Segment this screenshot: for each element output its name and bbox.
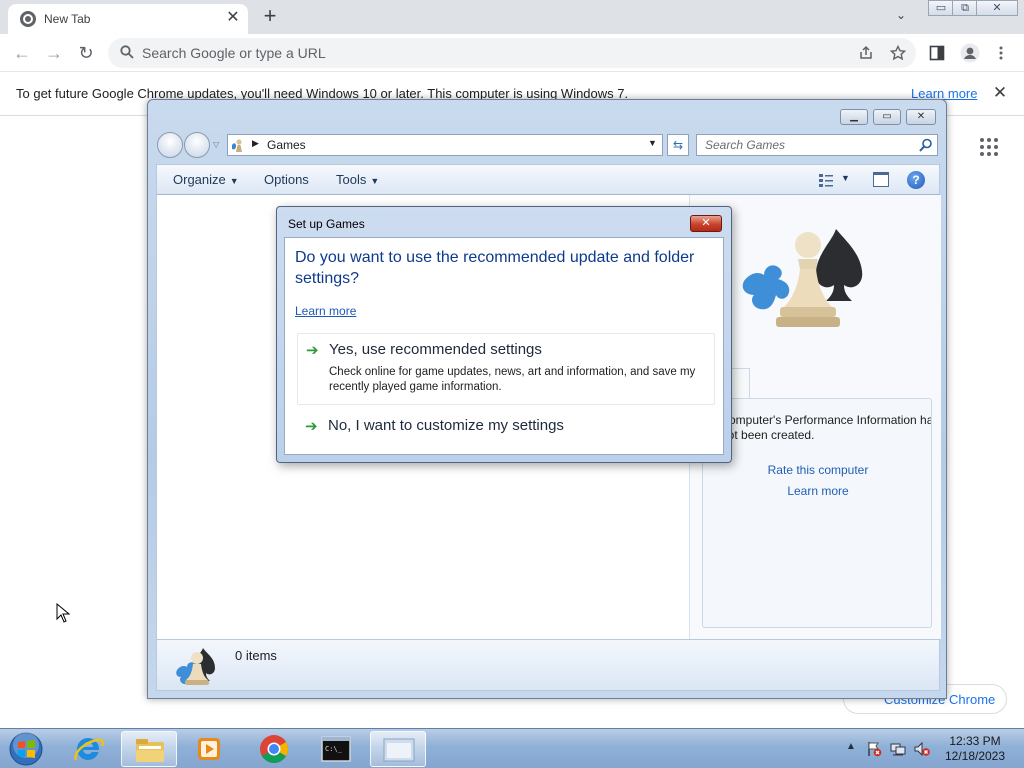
dialog-learn-more-link[interactable]: Learn more (295, 304, 356, 318)
search-games-placeholder: Search Games (705, 138, 786, 152)
show-hidden-icons-button[interactable]: ▲ (846, 741, 856, 752)
recent-pages-chevron-icon[interactable]: ▽ (213, 140, 219, 149)
setup-games-dialog: Set up Games ✕ Do you want to use the re… (276, 206, 732, 463)
side-panel-icon[interactable] (929, 45, 945, 61)
recommended-settings-title: Yes, use recommended settings (329, 341, 542, 358)
recommended-settings-description: Check online for game updates, news, art… (329, 366, 696, 393)
views-dropdown-icon[interactable]: ▼ (841, 173, 850, 183)
chevron-down-icon: ▼ (229, 176, 239, 186)
folder-icon (136, 739, 164, 762)
forward-button[interactable]: → (43, 42, 65, 64)
explorer-forward-button[interactable] (184, 132, 210, 158)
tab-close-icon[interactable]: ✕ (224, 9, 242, 27)
organize-menu[interactable]: Organize ▼ (173, 172, 239, 187)
chrome-icon (260, 735, 288, 763)
internet-explorer-icon (74, 737, 104, 761)
tools-menu[interactable]: Tools ▼ (336, 172, 379, 187)
explorer-nav-buttons: ▽ (157, 132, 219, 160)
profile-icon[interactable] (960, 43, 980, 63)
tools-label: Tools (336, 172, 367, 187)
action-center-flag-icon[interactable] (866, 741, 882, 757)
games-window-thumbnail-icon (383, 738, 415, 762)
window-close-button[interactable]: ✕ (976, 0, 1018, 16)
explorer-address-bar[interactable]: ▶ Games ▼ (227, 134, 663, 156)
omnibox-placeholder: Search Google or type a URL (142, 45, 326, 61)
clock-time: 12:33 PM (949, 734, 1001, 748)
taskbar-google-chrome[interactable] (245, 731, 301, 767)
item-count: 0 items (235, 648, 277, 663)
tab-new-tab[interactable]: New Tab ✕ (8, 4, 248, 34)
taskbar-games[interactable] (370, 731, 426, 767)
back-button[interactable]: ← (11, 42, 33, 64)
tab-title: New Tab (44, 12, 91, 26)
window-restore-button[interactable]: ⧉ (952, 0, 978, 16)
search-icon (120, 45, 134, 59)
taskbar-windows-explorer[interactable] (121, 731, 177, 767)
window-minimize-button[interactable]: ▭ (928, 0, 954, 16)
recommended-settings-option[interactable]: ➔ Yes, use recommended settings Check on… (297, 333, 715, 405)
green-arrow-icon: ➔ (306, 342, 319, 359)
chrome-favicon-icon (20, 11, 36, 27)
system-clock[interactable]: 12:33 PM 12/18/2023 (940, 734, 1010, 764)
menu-icon[interactable] (993, 45, 1009, 61)
chrome-toolbar: ← → ↻ Search Google or type a URL (0, 34, 1024, 72)
reload-button[interactable]: ↻ (75, 42, 97, 64)
dialog-title: Set up Games (288, 217, 365, 231)
start-button-icon[interactable] (6, 731, 46, 767)
chrome-tab-strip: New Tab ✕ + ⌄ ▭ ⧉ ✕ (0, 0, 1024, 34)
explorer-back-button[interactable] (157, 132, 183, 158)
svg-text:C:\_: C:\_ (325, 745, 343, 753)
refresh-icon[interactable]: ⇆ (667, 134, 689, 156)
volume-muted-icon[interactable] (914, 741, 930, 757)
performance-message: This computer's Performance Information … (702, 413, 932, 442)
new-tab-button[interactable]: + (258, 5, 282, 29)
share-icon[interactable] (858, 45, 874, 61)
chevron-down-icon: ▼ (370, 176, 380, 186)
mouse-cursor-icon (56, 603, 70, 623)
organize-label: Organize (173, 172, 226, 187)
command-prompt-icon: C:\_ (321, 736, 351, 762)
taskbar-media-player[interactable] (182, 731, 238, 767)
search-games-input[interactable]: Search Games (696, 134, 938, 156)
games-folder-icon (232, 139, 242, 152)
games-chess-puzzle-icon (742, 229, 863, 327)
green-arrow-icon: ➔ (305, 418, 318, 435)
games-folder-icon (176, 648, 215, 685)
games-minimize-button[interactable]: ▁ (840, 109, 868, 125)
details-pane: 0 items (156, 639, 940, 691)
customize-settings-title: No, I want to customize my settings (328, 417, 564, 434)
bookmark-star-icon[interactable] (890, 45, 906, 61)
command-bar: Organize ▼ Options Tools ▼ ▼ ? (156, 164, 940, 195)
performance-learn-more-link[interactable]: Learn more (703, 484, 931, 498)
google-apps-icon[interactable] (980, 138, 1000, 158)
breadcrumb-games[interactable]: Games (267, 138, 306, 152)
taskbar-internet-explorer[interactable] (60, 731, 116, 767)
help-icon[interactable]: ? (907, 171, 925, 189)
change-view-icon[interactable] (818, 172, 834, 188)
dialog-question: Do you want to use the recommended updat… (295, 249, 695, 287)
rate-computer-link[interactable]: Rate this computer (703, 463, 931, 477)
windows-taskbar: C:\_ ▲ 12:33 PM 12/18/2023 (0, 728, 1024, 768)
media-player-icon (198, 738, 220, 760)
games-maximize-button[interactable]: ▭ (873, 109, 901, 125)
breadcrumb-arrow-icon[interactable]: ▶ (252, 138, 259, 149)
performance-info-panel: This computer's Performance Information … (702, 398, 932, 628)
infobar-close-icon[interactable]: ✕ (990, 83, 1010, 103)
options-button[interactable]: Options (264, 172, 309, 187)
network-icon[interactable] (890, 741, 906, 757)
customize-settings-option[interactable]: ➔ No, I want to customize my settings (297, 410, 715, 444)
dialog-body: Do you want to use the recommended updat… (284, 237, 724, 455)
tab-search-chevron-icon[interactable]: ⌄ (896, 8, 906, 22)
search-icon[interactable] (919, 138, 933, 152)
taskbar-command-prompt[interactable]: C:\_ (308, 731, 364, 767)
address-dropdown-icon[interactable]: ▼ (648, 138, 657, 148)
clock-date: 12/18/2023 (944, 749, 1006, 763)
dialog-close-button[interactable]: ✕ (690, 215, 722, 232)
preview-pane-icon[interactable] (873, 172, 889, 187)
games-close-button[interactable]: ✕ (906, 109, 936, 125)
omnibox[interactable]: Search Google or type a URL (108, 38, 916, 68)
